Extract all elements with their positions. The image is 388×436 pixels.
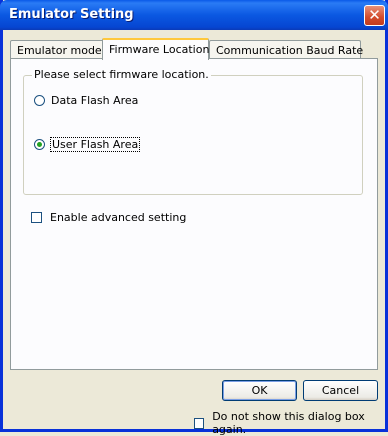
checkbox-label: Do not show this dialog box again. <box>212 410 365 436</box>
radio-label: Data Flash Area <box>51 94 139 107</box>
tab-communication-baud-rate[interactable]: Communication Baud Rate <box>209 40 364 58</box>
tab-firmware-location[interactable]: Firmware Location <box>102 38 209 60</box>
checkbox[interactable] <box>31 212 42 223</box>
radio-label: User Flash Area <box>49 137 141 152</box>
tab-label: Firmware Location <box>109 43 210 56</box>
checkbox-label: Enable advanced setting <box>50 211 187 224</box>
do-not-show-again-checkbox[interactable]: Do not show this dialog box again. <box>194 410 385 436</box>
checkbox[interactable] <box>194 417 205 429</box>
group-legend: Please select firmware location. <box>32 68 211 81</box>
cancel-button[interactable]: Cancel <box>303 380 378 401</box>
firmware-location-group: Please select firmware location. Data Fl… <box>23 68 363 195</box>
radio-button[interactable] <box>34 95 45 106</box>
emulator-setting-dialog: Emulator Setting ✕ Emulator mode Firmwar… <box>0 0 388 436</box>
enable-advanced-setting-checkbox[interactable]: Enable advanced setting <box>31 211 186 224</box>
title-bar[interactable]: Emulator Setting ✕ <box>0 0 388 30</box>
ok-button[interactable]: OK <box>222 380 297 401</box>
tab-panel-firmware-location: Please select firmware location. Data Fl… <box>10 58 378 370</box>
radio-user-flash-area[interactable]: User Flash Area <box>34 137 141 152</box>
tab-label: Communication Baud Rate <box>216 44 364 57</box>
close-icon[interactable]: ✕ <box>364 5 385 26</box>
radio-data-flash-area[interactable]: Data Flash Area <box>34 94 138 107</box>
window-title: Emulator Setting <box>9 7 134 22</box>
radio-button[interactable] <box>34 139 45 150</box>
tab-label: Emulator mode <box>17 44 102 57</box>
tab-emulator-mode[interactable]: Emulator mode <box>10 40 104 58</box>
